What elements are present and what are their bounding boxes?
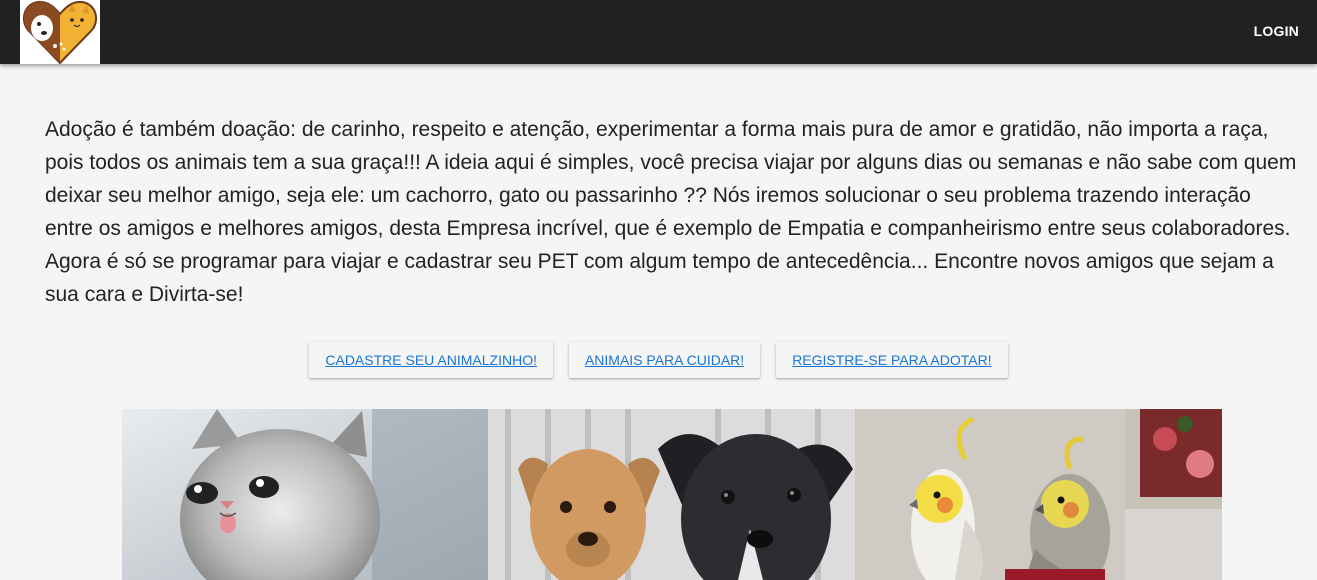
register-pet-button[interactable]: CADASTRE SEU ANIMALZINHO! — [309, 342, 553, 378]
cockatiels-photo — [855, 409, 1222, 580]
animals-to-care-button[interactable]: ANIMAIS PARA CUIDAR! — [568, 342, 761, 378]
puppies-photo — [488, 409, 855, 580]
pet-gallery — [122, 409, 1222, 580]
register-adopt-button[interactable]: REGISTRE-SE PARA ADOTAR! — [776, 342, 1008, 378]
app-bar: LOGIN — [0, 0, 1317, 64]
pet-care-logo[interactable] — [20, 0, 100, 64]
action-buttons: CADASTRE SEU ANIMALZINHO! ANIMAIS PARA C… — [0, 342, 1317, 378]
intro-text: Adoção é também doação: de carinho, resp… — [45, 118, 1297, 306]
kitten-photo — [122, 409, 488, 580]
login-button[interactable]: LOGIN — [1254, 23, 1299, 39]
